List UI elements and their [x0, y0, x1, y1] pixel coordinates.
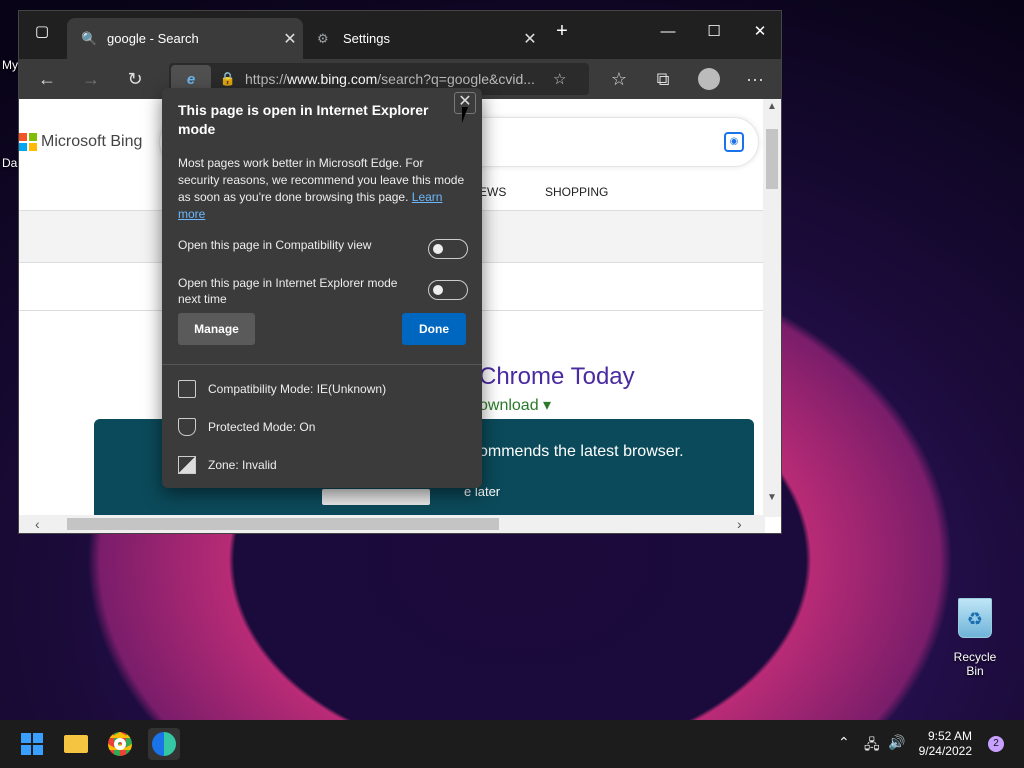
zone-info: Zone: Invalid: [178, 456, 277, 474]
compatibility-view-toggle[interactable]: [428, 239, 468, 259]
lock-icon[interactable]: 🔒: [217, 71, 239, 87]
ie-mode-next-time-toggle[interactable]: [428, 280, 468, 300]
nav-shopping[interactable]: SHOPPING: [545, 185, 608, 199]
tab-actions-icon[interactable]: ▢: [19, 11, 65, 51]
minimize-icon[interactable]: —: [645, 11, 691, 51]
refresh-icon[interactable]: ↻: [119, 63, 151, 95]
microsoft-logo-icon: [19, 133, 37, 151]
start-windows-icon[interactable]: [16, 728, 48, 760]
scroll-down-icon[interactable]: ▼: [763, 492, 781, 503]
title-bar: ▢ 🔍 google - Search ✕ ⚙ Settings ✕ + — ☐…: [19, 11, 781, 59]
nav-news[interactable]: EWS: [479, 185, 506, 199]
clock[interactable]: 9:52 AM 9/24/2022: [919, 729, 972, 759]
network-icon[interactable]: 🖧: [864, 734, 880, 758]
document-icon: [178, 380, 196, 398]
tab-label: Settings: [343, 31, 390, 46]
close-window-icon[interactable]: ✕: [737, 11, 781, 51]
forward-arrow-icon[interactable]: →: [75, 63, 107, 95]
profile-avatar-icon[interactable]: [693, 63, 725, 95]
scroll-up-icon[interactable]: ▲: [763, 101, 781, 112]
chevron-up-icon[interactable]: ⌃: [838, 734, 850, 751]
more-options-icon[interactable]: ···: [739, 63, 771, 95]
notification-badge[interactable]: 2: [988, 736, 1004, 752]
manage-button[interactable]: Manage: [178, 313, 255, 345]
mouse-cursor-icon: [462, 107, 474, 123]
logo-text: Microsoft Bing: [41, 133, 143, 150]
ie-mode-next-time-row: Open this page in Internet Explorer mode…: [178, 275, 468, 307]
shield-icon: [178, 418, 196, 436]
edge-icon[interactable]: [148, 728, 180, 760]
divider: [162, 364, 482, 365]
search-icon: 🔍: [81, 30, 98, 46]
taskbar: ⌃ 🖧 🔊 9:52 AM 9/24/2022 2: [0, 720, 1024, 768]
clock-date: 9/24/2022: [918, 744, 972, 758]
ad-download-link[interactable]: ownload ▾: [479, 395, 551, 415]
toggle-label: Open this page in Compatibility view: [178, 238, 372, 252]
clock-time: 9:52 AM: [927, 729, 972, 743]
vertical-scrollbar[interactable]: ▲ ▼: [763, 99, 781, 517]
bing-logo[interactable]: Microsoft Bing: [19, 133, 142, 151]
ie-mode-popup: ✕ This page is open in Internet Explorer…: [162, 88, 482, 488]
scroll-thumb[interactable]: [766, 129, 778, 189]
banner-message: ommends the latest browser.: [479, 443, 684, 460]
tab-settings[interactable]: ⚙ Settings ✕: [307, 18, 543, 59]
ad-title-link[interactable]: Chrome Today: [479, 363, 635, 391]
popup-title: This page is open in Internet Explorer m…: [178, 102, 429, 137]
file-explorer-icon[interactable]: [60, 728, 92, 760]
gear-icon: ⚙: [317, 30, 329, 46]
desktop-icon-label-my[interactable]: My: [2, 58, 18, 72]
close-tab-icon[interactable]: ✕: [277, 29, 303, 49]
add-favorite-icon[interactable]: ☆: [553, 70, 566, 88]
horizontal-scrollbar[interactable]: ‹ ›: [19, 515, 765, 533]
chrome-icon[interactable]: [104, 728, 136, 760]
scroll-right-icon[interactable]: ›: [737, 515, 742, 533]
new-tab-button[interactable]: +: [539, 11, 585, 51]
recycle-bin-label: Recycle Bin: [953, 650, 997, 678]
recycle-bin-desktop-icon[interactable]: ♻ Recycle Bin: [944, 598, 1006, 678]
toggle-label: Open this page in Internet Explorer mode…: [178, 276, 398, 306]
recycle-bin-icon: ♻: [958, 598, 992, 638]
volume-icon[interactable]: 🔊: [888, 734, 905, 751]
tab-label: google - Search: [107, 31, 199, 46]
desktop-icon-label-da[interactable]: Da: [2, 156, 17, 170]
protected-mode-info: Protected Mode: On: [178, 418, 315, 436]
compatibility-view-row: Open this page in Compatibility view: [178, 237, 468, 259]
visual-search-icon[interactable]: ◉: [724, 132, 744, 152]
done-button[interactable]: Done: [402, 313, 466, 345]
scroll-thumb[interactable]: [67, 518, 499, 530]
maximize-icon[interactable]: ☐: [691, 11, 737, 51]
tab-google-search[interactable]: 🔍 google - Search ✕: [67, 18, 303, 59]
favorites-icon[interactable]: ☆: [603, 63, 635, 95]
url-text[interactable]: https://www.bing.com/search?q=google&cvi…: [245, 71, 545, 87]
banner-button[interactable]: [322, 489, 430, 505]
popup-body: Most pages work better in Microsoft Edge…: [178, 156, 465, 221]
compatibility-mode-info: Compatibility Mode: IE(Unknown): [178, 380, 386, 398]
collections-icon[interactable]: ⧉: [647, 63, 679, 95]
zone-icon: [178, 456, 196, 474]
back-arrow-icon[interactable]: ←: [31, 63, 63, 95]
scroll-left-icon[interactable]: ‹: [35, 515, 40, 533]
